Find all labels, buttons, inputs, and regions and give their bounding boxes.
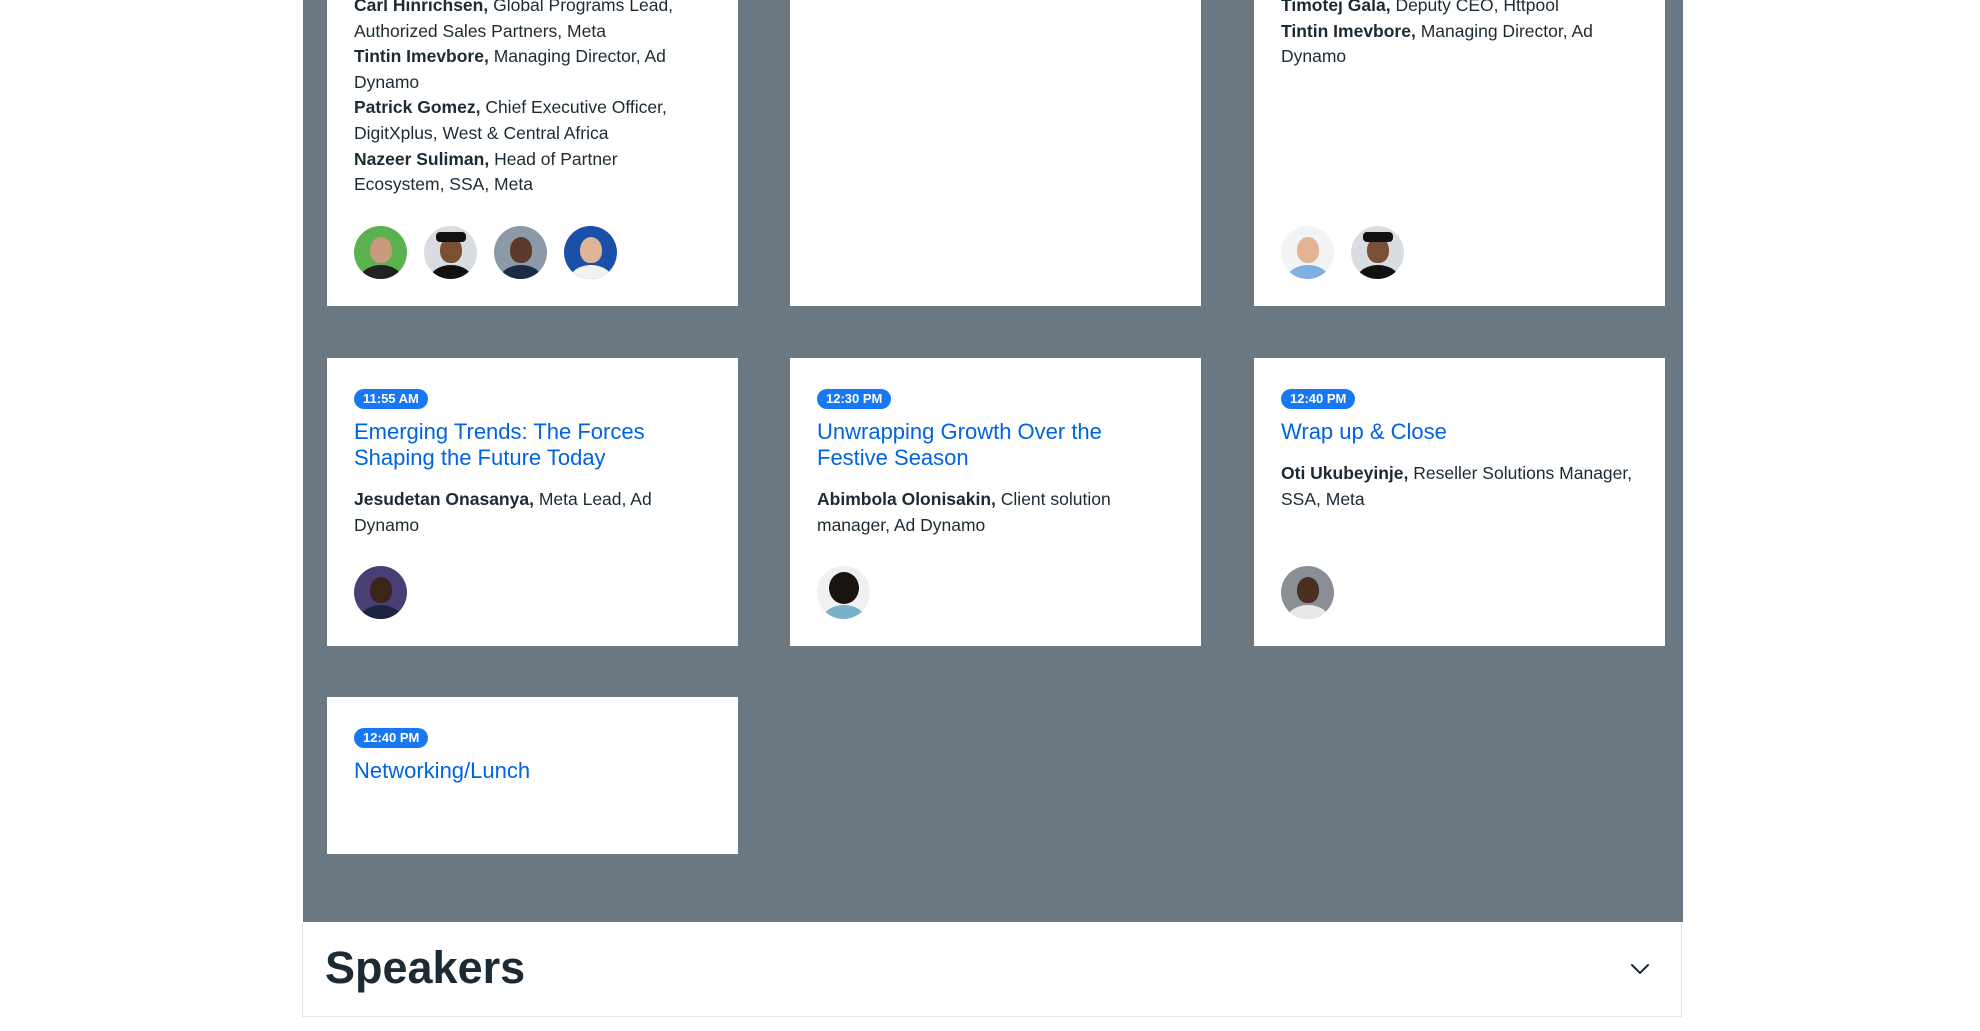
session-card: Timotej Gala, Deputy CEO, Httpool Tintin…	[1254, 0, 1665, 306]
speaker-entry: Nazeer Suliman, Head of Partner Ecosyste…	[354, 148, 618, 195]
time-badge: 12:30 PM	[817, 389, 892, 409]
session-card: 12:40 PM Networking/Lunch	[327, 697, 738, 854]
speaker-list: Oti Ukubeyinje, Reseller Solutions Manag…	[1281, 461, 1638, 512]
speaker-list: Abimbola Olonisakin, Client solution man…	[817, 487, 1174, 538]
speaker-list: Carl Hinrichsen, Global Programs Lead, A…	[354, 0, 711, 198]
speaker-entry: Tintin Imevbore, Managing Director, Ad D…	[1281, 20, 1593, 67]
session-title[interactable]: Unwrapping Growth Over the Festive Seaso…	[817, 419, 1174, 471]
session-card: 11:55 AM Emerging Trends: The Forces Sha…	[327, 358, 738, 646]
speaker-avatars	[1281, 226, 1404, 279]
avatar[interactable]	[494, 226, 547, 279]
session-card: 12:40 PM Wrap up & Close Oti Ukubeyinje,…	[1254, 358, 1665, 646]
section-heading: Speakers	[325, 942, 526, 993]
avatar[interactable]	[424, 226, 477, 279]
speaker-entry: Abimbola Olonisakin, Client solution man…	[817, 489, 1111, 535]
speakers-section[interactable]: Speakers	[302, 922, 1682, 1017]
time-badge: 12:40 PM	[354, 728, 429, 748]
speaker-entry: Tintin Imevbore, Managing Director, Ad D…	[354, 46, 666, 92]
avatar[interactable]	[1281, 226, 1334, 279]
avatar[interactable]	[354, 226, 407, 279]
time-badge: 11:55 AM	[354, 389, 428, 409]
speaker-list: Timotej Gala, Deputy CEO, Httpool Tintin…	[1281, 0, 1638, 70]
session-card	[790, 0, 1201, 306]
time-badge: 12:40 PM	[1281, 389, 1356, 409]
speaker-entry: Jesudetan Onasanya, Meta Lead, Ad Dynamo	[354, 489, 652, 535]
speaker-entry: Timotej Gala, Deputy CEO, Httpool	[1281, 0, 1559, 15]
avatar[interactable]	[1281, 566, 1334, 619]
session-title[interactable]: Emerging Trends: The Forces Shaping the …	[354, 419, 711, 471]
speaker-list: Jesudetan Onasanya, Meta Lead, Ad Dynamo	[354, 487, 711, 538]
session-title[interactable]: Networking/Lunch	[354, 758, 711, 784]
session-card: 12:30 PM Unwrapping Growth Over the Fest…	[790, 358, 1201, 646]
speaker-avatars	[354, 566, 407, 619]
avatar[interactable]	[564, 226, 617, 279]
speaker-avatars	[354, 226, 617, 279]
speaker-entry: Oti Ukubeyinje, Reseller Solutions Manag…	[1281, 463, 1633, 509]
speaker-avatars	[817, 566, 870, 619]
speaker-entry: Patrick Gomez, Chief Executive Officer, …	[354, 97, 667, 143]
chevron-down-icon[interactable]	[1629, 958, 1651, 980]
avatar[interactable]	[354, 566, 407, 619]
speaker-avatars	[1281, 566, 1334, 619]
agenda-grid: Carl Hinrichsen, Global Programs Lead, A…	[303, 0, 1683, 922]
session-card: Carl Hinrichsen, Global Programs Lead, A…	[327, 0, 738, 306]
session-title[interactable]: Wrap up & Close	[1281, 419, 1638, 445]
avatar[interactable]	[1351, 226, 1404, 279]
speaker-entry: Carl Hinrichsen, Global Programs Lead, A…	[354, 0, 674, 41]
avatar[interactable]	[817, 566, 870, 619]
